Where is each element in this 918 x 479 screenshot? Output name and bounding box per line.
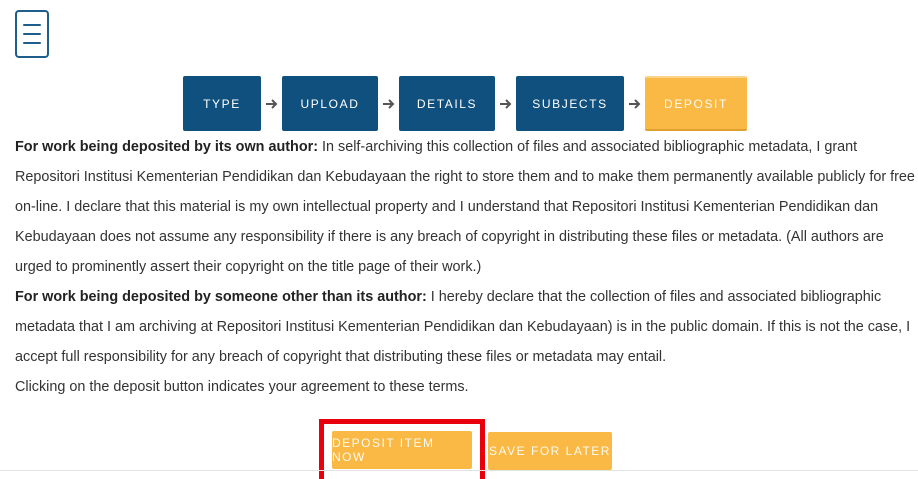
hamburger-menu-icon-bar — [23, 42, 41, 44]
divider — [0, 470, 918, 471]
agreement-notice: Clicking on the deposit button indicates… — [15, 379, 469, 395]
other-author-heading: For work being deposited by someone othe… — [15, 289, 427, 305]
arrow-right-icon — [378, 98, 399, 109]
arrow-right-icon — [261, 98, 282, 109]
own-author-agreement: For work being deposited by its own auth… — [15, 132, 915, 282]
step-details[interactable]: DETAILS — [399, 76, 495, 131]
arrow-right-icon — [495, 98, 516, 109]
other-author-agreement: For work being deposited by someone othe… — [15, 282, 915, 372]
hamburger-menu-icon-bar — [23, 33, 41, 35]
hamburger-menu-icon-bar — [23, 24, 41, 26]
step-upload[interactable]: UPLOAD — [282, 76, 378, 131]
save-for-later-button[interactable]: SAVE FOR LATER — [488, 432, 612, 470]
arrow-right-icon — [624, 98, 645, 109]
step-type[interactable]: TYPE — [183, 76, 261, 131]
deposit-item-now-button[interactable]: DEPOSIT ITEM NOW — [332, 431, 472, 469]
own-author-text: In self-archiving this collection of fil… — [15, 139, 915, 275]
deposit-progress-steps: TYPE UPLOAD DETAILS SUBJECTS DEPOSIT — [183, 76, 747, 131]
deposit-agreement: For work being deposited by its own auth… — [15, 132, 915, 402]
own-author-heading: For work being deposited by its own auth… — [15, 139, 319, 155]
hamburger-menu-button[interactable] — [15, 10, 49, 58]
step-subjects[interactable]: SUBJECTS — [516, 76, 624, 131]
step-deposit[interactable]: DEPOSIT — [645, 76, 747, 131]
